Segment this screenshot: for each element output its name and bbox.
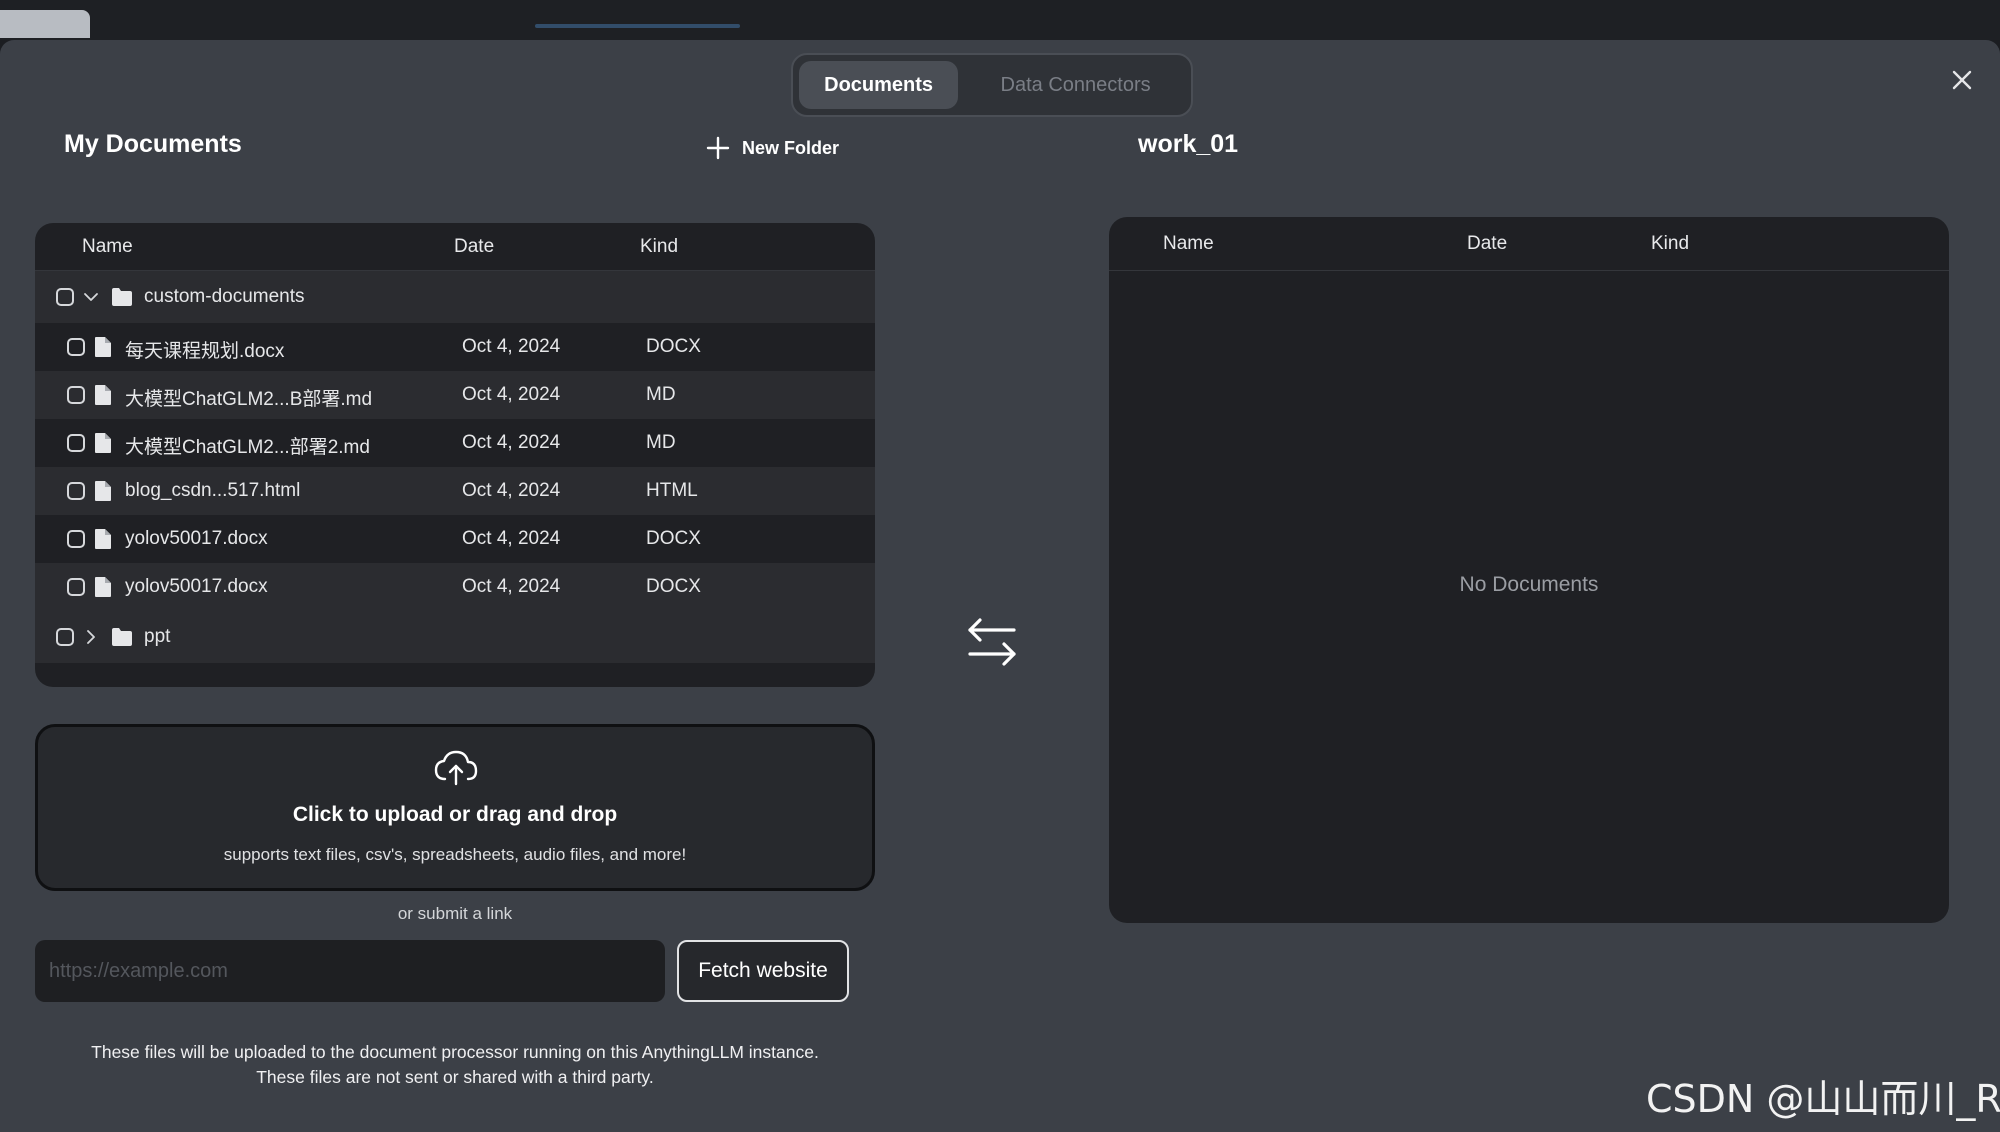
- submit-link-caption: or submit a link: [397, 904, 513, 923]
- file-date: Oct 4, 2024: [462, 576, 561, 597]
- table-header: Name Date Kind: [35, 223, 875, 271]
- column-header-name: Name: [82, 236, 133, 257]
- empty-state-message: No Documents: [1459, 573, 1599, 596]
- file-name: 大模型ChatGLM2...B部署.md: [125, 389, 373, 410]
- close-button[interactable]: [1948, 66, 1976, 94]
- file-row[interactable]: blog_csdn...517.html Oct 4, 2024 HTML: [35, 467, 875, 515]
- file-kind: DOCX: [646, 576, 701, 597]
- file-row[interactable]: 大模型ChatGLM2...B部署.md Oct 4, 2024 MD: [35, 371, 875, 419]
- tab-data-connectors[interactable]: Data Connectors: [966, 61, 1185, 109]
- folder-name: ppt: [144, 626, 171, 647]
- swap-arrows-icon: [968, 618, 1016, 666]
- folder-icon: [112, 288, 132, 306]
- file-row[interactable]: yolov50017.docx Oct 4, 2024 DOCX: [35, 515, 875, 563]
- new-folder-button[interactable]: New Folder: [706, 130, 839, 166]
- folder-row-ppt[interactable]: ppt: [35, 611, 875, 663]
- folder-checkbox[interactable]: [56, 288, 74, 306]
- file-icon: [95, 433, 111, 453]
- disclaimer-line-1: These files will be uploaded to the docu…: [91, 1042, 819, 1062]
- my-documents-title: My Documents: [64, 130, 242, 158]
- file-name: yolov50017.docx: [125, 576, 268, 597]
- file-icon: [95, 529, 111, 549]
- upload-disclaimer: These files will be uploaded to the docu…: [35, 1040, 875, 1090]
- background-app-bar: [0, 0, 2000, 40]
- file-icon: [95, 577, 111, 597]
- plus-icon: [706, 136, 730, 160]
- file-date: Oct 4, 2024: [462, 336, 561, 357]
- file-kind: MD: [646, 384, 676, 405]
- folder-row-custom-documents[interactable]: custom-documents: [35, 271, 875, 323]
- upload-subtitle: supports text files, csv's, spreadsheets…: [223, 845, 687, 864]
- document-manager-modal: Documents Data Connectors My Documents N…: [0, 40, 2000, 1132]
- file-kind: DOCX: [646, 528, 701, 549]
- new-folder-label: New Folder: [742, 137, 840, 158]
- background-progress-line: [535, 24, 740, 28]
- file-row[interactable]: yolov50017.docx Oct 4, 2024 DOCX: [35, 563, 875, 611]
- file-checkbox[interactable]: [67, 530, 85, 548]
- chevron-down-icon[interactable]: [83, 289, 99, 305]
- file-checkbox[interactable]: [67, 434, 85, 452]
- file-date: Oct 4, 2024: [462, 480, 561, 501]
- file-icon: [95, 337, 111, 357]
- file-name: blog_csdn...517.html: [125, 480, 301, 501]
- column-header-kind: Kind: [640, 236, 679, 257]
- file-row[interactable]: 大模型ChatGLM2...部署2.md Oct 4, 2024 MD: [35, 419, 875, 467]
- close-icon: [1952, 70, 1972, 90]
- file-checkbox[interactable]: [67, 338, 85, 356]
- file-date: Oct 4, 2024: [462, 384, 561, 405]
- file-name: 每天课程规划.docx: [125, 341, 285, 362]
- modal-tab-bar: Documents Data Connectors: [791, 53, 1193, 117]
- column-header-kind: Kind: [1651, 233, 1690, 254]
- chevron-right-icon[interactable]: [83, 629, 99, 645]
- disclaimer-line-2: These files are not sent or shared with …: [256, 1067, 654, 1087]
- file-name: yolov50017.docx: [125, 528, 268, 549]
- tab-documents[interactable]: Documents: [799, 61, 959, 109]
- column-header-date: Date: [1467, 233, 1508, 254]
- file-checkbox[interactable]: [67, 482, 85, 500]
- column-header-date: Date: [454, 236, 495, 257]
- file-icon: [95, 481, 111, 501]
- upload-title: Click to upload or drag and drop: [292, 803, 618, 826]
- file-date: Oct 4, 2024: [462, 432, 561, 453]
- table-header: Name Date Kind: [1109, 217, 1949, 271]
- file-kind: HTML: [646, 480, 698, 501]
- cloud-upload-icon: [434, 750, 478, 786]
- workspace-documents-table: Name Date Kind No Documents: [1109, 217, 1949, 923]
- file-checkbox[interactable]: [67, 386, 85, 404]
- fetch-website-button[interactable]: Fetch website: [677, 940, 849, 1002]
- folder-checkbox[interactable]: [56, 628, 74, 646]
- file-checkbox[interactable]: [67, 578, 85, 596]
- file-kind: MD: [646, 432, 676, 453]
- folder-name: custom-documents: [144, 286, 305, 307]
- file-date: Oct 4, 2024: [462, 528, 561, 549]
- file-kind: DOCX: [646, 336, 701, 357]
- workspace-title: work_01: [1138, 130, 1239, 158]
- file-row[interactable]: 每天课程规划.docx Oct 4, 2024 DOCX: [35, 323, 875, 371]
- background-sidebar-item: [0, 10, 90, 38]
- my-documents-table: Name Date Kind custom-documents 每天课程规划.d…: [35, 223, 875, 687]
- file-icon: [95, 385, 111, 405]
- move-documents-button[interactable]: [962, 616, 1022, 668]
- file-name: 大模型ChatGLM2...部署2.md: [125, 437, 370, 458]
- url-input[interactable]: [35, 940, 665, 1002]
- watermark-text: CSDN @山山而川_R: [1646, 1077, 2000, 1121]
- upload-dropzone[interactable]: Click to upload or drag and drop support…: [35, 724, 875, 891]
- folder-icon: [112, 628, 132, 646]
- column-header-name: Name: [1163, 233, 1214, 254]
